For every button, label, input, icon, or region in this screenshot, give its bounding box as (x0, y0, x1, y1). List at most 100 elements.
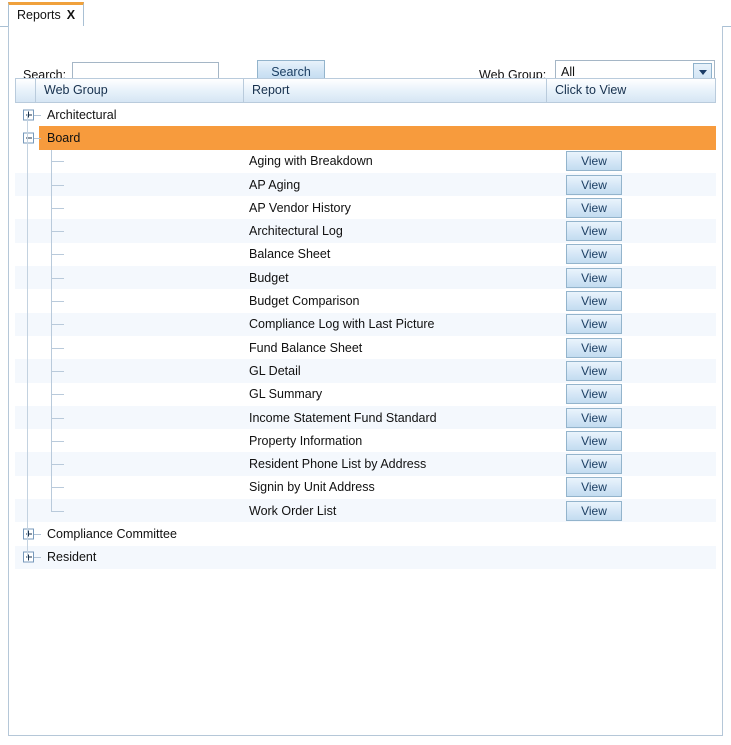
tree-branch (51, 440, 64, 442)
group-row-highlight (39, 546, 716, 569)
group-row[interactable]: Architectural (15, 103, 716, 127)
view-cell: View (566, 291, 622, 312)
group-row-highlight (39, 103, 716, 126)
report-name: AP Vendor History (249, 200, 351, 215)
tree-branch (51, 277, 64, 279)
report-name: Signin by Unit Address (249, 480, 375, 495)
report-row[interactable]: Budget View (15, 266, 716, 290)
report-name: Aging with Breakdown (249, 154, 373, 169)
report-name: Budget Comparison (249, 294, 360, 309)
report-row[interactable]: GL Detail View (15, 359, 716, 383)
view-cell: View (566, 407, 622, 428)
view-cell: View (566, 384, 622, 405)
report-row[interactable]: Signin by Unit Address View (15, 475, 716, 500)
group-row-label: Architectural (47, 107, 117, 122)
group-row[interactable]: Board (15, 126, 716, 150)
tree-branch (51, 161, 64, 163)
view-button[interactable]: View (566, 151, 622, 172)
column-header-web-group[interactable]: Web Group (36, 79, 244, 102)
tab-reports[interactable]: Reports X (8, 2, 85, 26)
report-row[interactable]: Architectural Log View (15, 219, 716, 243)
view-button[interactable]: View (566, 267, 622, 288)
column-header-tree (16, 79, 36, 102)
grid-body: Architectural Board Aging with Breakdown Vi… (15, 103, 716, 569)
tab-strip: Reports X (0, 0, 731, 28)
report-row[interactable]: AP Aging View (15, 172, 716, 197)
report-name: GL Detail (249, 363, 301, 378)
view-cell: View (566, 360, 622, 381)
report-name: Work Order List (249, 503, 337, 518)
view-button[interactable]: View (566, 500, 622, 521)
view-cell: View (566, 454, 622, 475)
report-name: Architectural Log (249, 224, 343, 239)
report-name: AP Aging (249, 177, 301, 192)
tree-branch (51, 254, 64, 256)
report-row[interactable]: Budget Comparison View (15, 289, 716, 313)
tree-branch (51, 324, 64, 326)
report-name: Budget (249, 270, 289, 285)
report-name: Income Statement Fund Standard (249, 410, 437, 425)
report-row[interactable]: Property Information View (15, 429, 716, 453)
tree-connector (34, 533, 41, 535)
view-button[interactable]: View (566, 174, 622, 195)
expand-icon[interactable] (23, 109, 34, 121)
report-row[interactable]: Balance Sheet View (15, 242, 716, 267)
reports-page: Reports X Search: Search Web Group: All … (0, 0, 731, 745)
view-cell: View (566, 477, 622, 498)
view-button[interactable]: View (566, 337, 622, 358)
view-button[interactable]: View (566, 314, 622, 335)
view-button[interactable]: View (566, 221, 622, 242)
view-button[interactable]: View (566, 407, 622, 428)
view-button[interactable]: View (566, 454, 622, 475)
report-row[interactable]: Resident Phone List by Address View (15, 452, 716, 476)
view-button[interactable]: View (566, 197, 622, 218)
content-panel: Search: Search Web Group: All Web Group … (8, 26, 723, 736)
report-row[interactable]: Compliance Log with Last Picture View (15, 312, 716, 336)
tab-reports-label: Reports (17, 8, 61, 23)
tree-branch (51, 394, 64, 396)
view-button[interactable]: View (566, 477, 622, 498)
tree-branch (51, 510, 64, 512)
tree-connector (34, 137, 41, 139)
report-row[interactable]: GL Summary View (15, 382, 716, 406)
report-name: Fund Balance Sheet (249, 340, 363, 355)
view-button[interactable]: View (566, 430, 622, 451)
view-button[interactable]: View (566, 384, 622, 405)
grid-header-row: Web Group Report Click to View (15, 78, 716, 103)
column-header-report[interactable]: Report (244, 79, 547, 102)
report-name: GL Summary (249, 387, 323, 402)
caret-shape (698, 70, 707, 75)
report-row[interactable]: Income Statement Fund Standard View (15, 405, 716, 430)
close-icon[interactable]: X (67, 9, 75, 22)
group-row[interactable]: Resident (15, 545, 716, 569)
view-cell: View (566, 314, 622, 335)
report-row[interactable]: AP Vendor History View (15, 196, 716, 220)
expand-icon[interactable] (23, 551, 34, 563)
tree-branch (51, 207, 64, 209)
view-button[interactable]: View (566, 360, 622, 381)
view-cell: View (566, 197, 622, 218)
column-header-click-to-view[interactable]: Click to View (547, 79, 715, 102)
collapse-icon[interactable] (23, 132, 34, 144)
view-cell: View (566, 337, 622, 358)
report-row[interactable]: Aging with Breakdown View (15, 149, 716, 173)
group-row-label: Board (47, 130, 81, 145)
report-name: Resident Phone List by Address (249, 457, 427, 472)
tree-connector (34, 557, 41, 559)
group-row-label: Compliance Committee (47, 526, 177, 541)
tree-line-inner (51, 499, 52, 511)
group-row[interactable]: Compliance Committee (15, 522, 716, 546)
view-cell: View (566, 500, 622, 521)
report-row[interactable]: Fund Balance Sheet View (15, 335, 716, 360)
view-cell: View (566, 244, 622, 265)
view-cell: View (566, 430, 622, 451)
view-cell: View (566, 267, 622, 288)
view-button[interactable]: View (566, 244, 622, 265)
view-cell: View (566, 221, 622, 242)
tree-branch (51, 370, 64, 372)
expand-icon[interactable] (23, 528, 34, 540)
view-button[interactable]: View (566, 291, 622, 312)
report-row[interactable]: Work Order List View (15, 499, 716, 523)
report-name: Balance Sheet (249, 247, 331, 262)
tree-branch (51, 184, 64, 186)
